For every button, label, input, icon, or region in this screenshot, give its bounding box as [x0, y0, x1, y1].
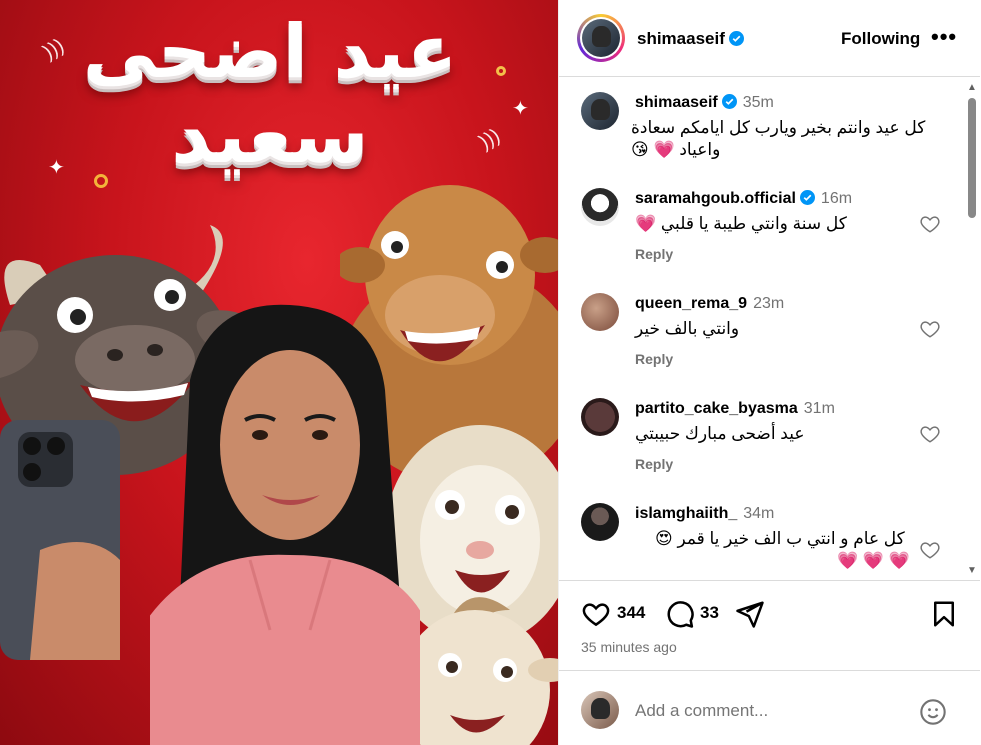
comment-username-text[interactable]: partito_cake_byasma — [635, 400, 798, 417]
comment-text: كل عام و انتي ب الف خير يا قمر 😍 — [655, 529, 905, 548]
scroll-thumb[interactable] — [968, 98, 976, 218]
smartphone-illustration — [0, 420, 120, 660]
poster-headline-line2: سعيد — [171, 90, 369, 181]
following-button[interactable]: Following — [841, 29, 920, 49]
like-comment-heart-icon[interactable] — [919, 423, 941, 445]
verified-badge-icon — [799, 190, 815, 205]
scroll-down-arrow-icon[interactable]: ▼ — [967, 565, 977, 576]
like-heart-icon[interactable] — [581, 599, 611, 629]
like-comment-heart-icon[interactable] — [919, 539, 941, 561]
comment-text: كل سنة وانتي طيبة يا قلبي 💗 — [635, 214, 847, 233]
header-username-text[interactable]: shimaaseif — [637, 29, 725, 48]
avatar[interactable] — [581, 188, 619, 226]
poster-headline: عيد اضحى سعيد — [70, 9, 470, 181]
comment-text: عيد أضحى مبارك حبيبتي — [635, 424, 805, 443]
reply-button[interactable]: Reply — [635, 246, 673, 262]
post-actions: 344 33 35 minutes ago — [559, 580, 980, 670]
avatar[interactable] — [581, 398, 619, 436]
poster-headline-line1: عيد اضحى — [82, 9, 458, 95]
verified-badge-icon — [721, 94, 737, 109]
caption-line1: كل عيد وانتم بخير ويارب كل ايامكم سعادة — [631, 118, 926, 137]
comments-scrollbar[interactable]: ▲ ▼ — [963, 78, 980, 580]
header-username[interactable]: shimaaseif — [637, 29, 744, 49]
comments-count[interactable]: 33 — [700, 603, 719, 623]
signal-icon: ))) — [475, 124, 504, 154]
ring-decoration — [94, 174, 108, 188]
post-header: shimaaseif Following ••• — [559, 0, 980, 77]
comment-bubble-icon[interactable] — [665, 599, 695, 629]
comment-username[interactable]: islamghaiith_ 34m — [635, 505, 774, 523]
comment-username[interactable]: saramahgoub.official 16m — [635, 190, 852, 208]
comment-text-hearts: 💗 💗 💗 — [837, 551, 910, 570]
comment-text: وانتي بالف خير — [635, 319, 740, 338]
comment-time[interactable]: 23m — [753, 295, 784, 312]
save-bookmark-icon[interactable] — [929, 599, 959, 629]
comment-username-text[interactable]: islamghaiith_ — [635, 505, 737, 522]
signal-icon: ))) — [39, 34, 68, 64]
caption-username-text[interactable]: shimaaseif — [635, 94, 718, 111]
reply-button[interactable]: Reply — [635, 456, 673, 472]
avatar[interactable] — [581, 92, 619, 130]
avatar[interactable] — [581, 503, 619, 541]
emoji-picker-icon[interactable] — [919, 698, 947, 726]
reply-button[interactable]: Reply — [635, 351, 673, 367]
caption-line2: واعياد 💗 😘 — [631, 140, 721, 159]
more-options-icon[interactable]: ••• — [931, 24, 957, 50]
comment-username-text[interactable]: saramahgoub.official — [635, 190, 796, 207]
scroll-up-arrow-icon[interactable]: ▲ — [967, 82, 977, 93]
sparkle-icon: ✦ — [48, 157, 65, 179]
add-comment-bar — [559, 670, 980, 745]
sparkle-icon: ✦ — [512, 98, 529, 120]
ring-decoration — [496, 66, 506, 76]
comment-input[interactable] — [635, 701, 905, 721]
verified-badge-icon — [728, 31, 744, 46]
post-image[interactable]: عيد اضحى سعيد ))) ))) ✦ ✦ — [0, 0, 558, 745]
caption-username[interactable]: shimaaseif 35m — [635, 94, 774, 112]
comment-time[interactable]: 16m — [821, 190, 852, 207]
comment-time[interactable]: 34m — [743, 505, 774, 522]
avatar[interactable] — [582, 19, 620, 57]
avatar — [581, 691, 619, 729]
comment-username-text[interactable]: queen_rema_9 — [635, 295, 747, 312]
comment-username[interactable]: partito_cake_byasma 31m — [635, 400, 835, 418]
comments-list: shimaaseif 35m كل عيد وانتم بخير ويارب كل… — [559, 78, 964, 580]
comment-username[interactable]: queen_rema_9 23m — [635, 295, 784, 313]
share-send-icon[interactable] — [735, 599, 765, 629]
woman-illustration — [150, 304, 420, 745]
caption-time[interactable]: 35m — [743, 94, 774, 111]
post-side-panel: shimaaseif Following ••• shimaaseif 35m ك… — [558, 0, 981, 745]
comment-time[interactable]: 31m — [804, 400, 835, 417]
avatar[interactable] — [581, 293, 619, 331]
posted-time-ago[interactable]: 35 minutes ago — [581, 639, 677, 655]
likes-count[interactable]: 344 — [617, 603, 645, 623]
story-ring[interactable] — [577, 14, 625, 62]
like-comment-heart-icon[interactable] — [919, 213, 941, 235]
like-comment-heart-icon[interactable] — [919, 318, 941, 340]
